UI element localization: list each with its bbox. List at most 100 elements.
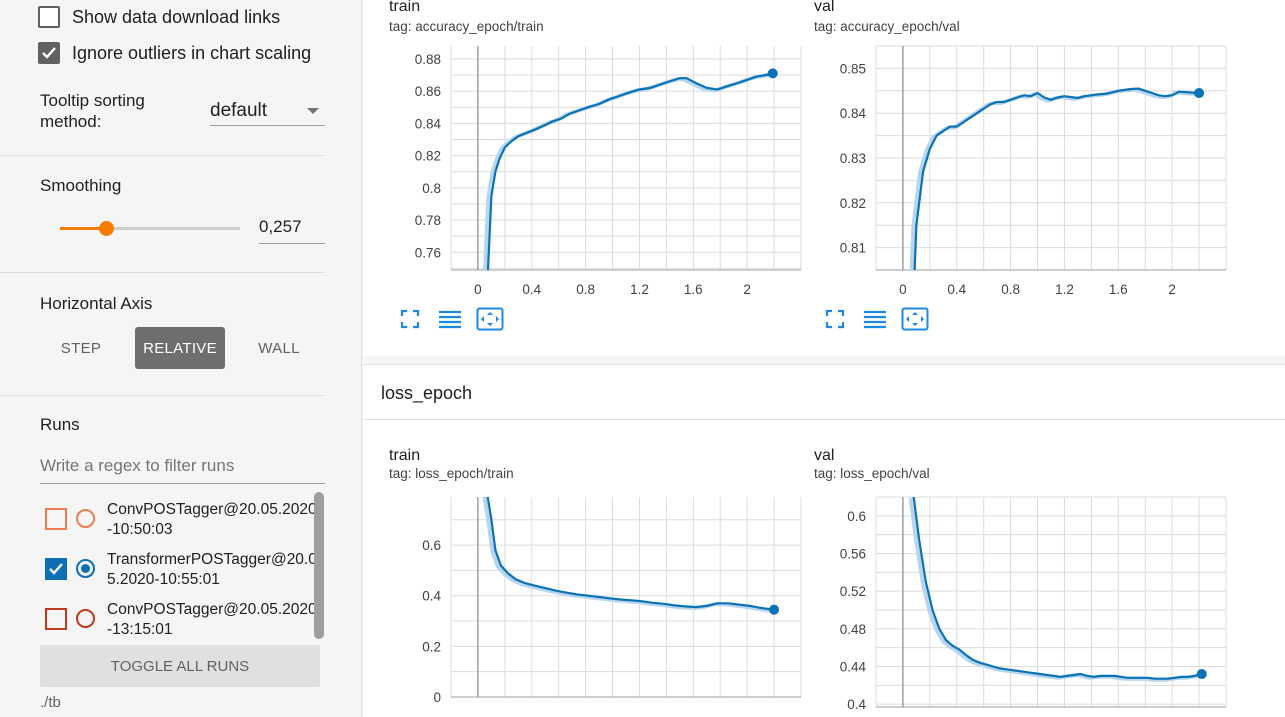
y-tick-label: 0.86 (415, 84, 441, 99)
fullscreen-icon[interactable] (820, 306, 850, 332)
y-tick-label: 0 (433, 690, 441, 705)
smoothing-value-input[interactable]: 0,257 (259, 212, 325, 244)
show-download-links-checkbox[interactable] (38, 6, 60, 28)
ignore-outliers-option[interactable]: Ignore outliers in chart scaling (38, 42, 311, 64)
x-tick-label: 0.4 (522, 282, 541, 297)
raw-series-line (482, 497, 772, 613)
run-name: TransformerPOSTagger@20.05.2020-10:55:01 (107, 551, 317, 588)
fit-domain-icon[interactable] (900, 306, 930, 332)
ignore-outliers-checkbox[interactable] (38, 42, 60, 64)
series-end-point (1196, 669, 1207, 680)
tooltip-sorting-label-line1: Tooltip sorting (40, 91, 145, 110)
axis-relative-button[interactable]: RELATIVE (135, 327, 225, 369)
line-chart: 0.4 0.44 0.48 0.52 0.56 0.6 (840, 496, 1227, 712)
dropdown-arrow-icon (307, 107, 319, 114)
chart-card-loss-val: val tag: loss_epoch/val 0.4 0.44 0.48 0.52 0… (814, 447, 1234, 717)
run-name: ConvPOSTagger@20.05.2020-13:15:01 (107, 601, 317, 638)
line-chart: 0.76 0.78 0.8 0.82 0.84 0.86 0.88 0 0.4 0.8 1.2 1.6… (415, 46, 802, 297)
tooltip-sorting-select[interactable]: default (210, 96, 325, 126)
series-line (486, 72, 773, 270)
checkmark-icon (42, 47, 56, 59)
tooltip-sorting-label: Tooltip sorting method: (40, 90, 145, 132)
toggle-log-scale-icon[interactable] (860, 306, 890, 332)
series-group (482, 497, 775, 613)
raw-series-line (483, 72, 771, 270)
x-tick-label: 1.2 (630, 282, 649, 297)
y-tick-label: 0.8 (422, 181, 441, 196)
show-download-links-option[interactable]: Show data download links (38, 6, 280, 28)
run-radio[interactable] (76, 559, 95, 578)
x-tick-label: 2 (1168, 282, 1176, 297)
runs-scrollbar[interactable] (314, 492, 324, 639)
section-gap (363, 356, 1285, 364)
chart-toolbar (820, 306, 940, 332)
run-name: ConvPOSTagger@20.05.2020-10:50:03 (107, 501, 317, 538)
y-tick-label: 0.82 (840, 196, 866, 211)
y-tick-label: 0.76 (415, 245, 441, 260)
x-tick-label: 2 (743, 282, 751, 297)
y-tick-label: 0.81 (840, 241, 866, 256)
x-tick-label: 0.4 (947, 282, 966, 297)
chart-card-accuracy-train: train tag: accuracy_epoch/train 0.76 0.78… (389, 0, 809, 340)
fit-domain-icon[interactable] (475, 306, 505, 332)
run-item[interactable]: ConvPOSTagger@20.05.2020-13:15:01 (45, 600, 317, 640)
run-radio[interactable] (76, 509, 95, 528)
show-download-links-label: Show data download links (72, 6, 281, 27)
horizontal-axis-label: Horizontal Axis (40, 294, 153, 313)
y-tick-label: 0.52 (840, 584, 866, 599)
line-chart: 0.81 0.82 0.83 0.84 0.85 0 0.4 0.8 1.2 1.6 2 (840, 45, 1227, 297)
group-header-loss-epoch[interactable]: loss_epoch (363, 364, 1285, 420)
smoothing-slider-thumb[interactable] (99, 221, 114, 236)
y-tick-label: 0.56 (840, 547, 866, 562)
run-checkbox[interactable] (45, 558, 67, 580)
run-item[interactable]: TransformerPOSTagger@20.05.2020-10:55:01 (45, 550, 317, 590)
y-tick-label: 0.44 (840, 660, 867, 675)
runs-filter-input[interactable]: Write a regex to filter runs (40, 452, 325, 484)
runs-label: Runs (40, 415, 80, 434)
radio-dot (81, 564, 90, 573)
smoothing-label: Smoothing (40, 176, 122, 195)
y-tick-label: 0.85 (840, 61, 866, 76)
smoothing-slider[interactable] (60, 221, 240, 236)
y-tick-label: 0.4 (847, 697, 866, 712)
main-panel: train tag: accuracy_epoch/train 0.76 0.78… (363, 0, 1285, 717)
tooltip-sorting-label-line2: method: (40, 112, 102, 131)
line-chart: 0 0.2 0.4 0.6 (422, 497, 802, 705)
x-tick-label: 1.6 (684, 282, 703, 297)
x-tick-label: 1.6 (1109, 282, 1128, 297)
y-tick-label: 0.6 (422, 538, 441, 553)
toggle-all-runs-button[interactable]: TOGGLE ALL RUNS (40, 645, 320, 687)
series-group (483, 72, 773, 270)
run-item[interactable]: ConvPOSTagger@20.05.2020-10:50:03 (45, 500, 317, 540)
run-checkbox[interactable] (45, 608, 67, 630)
settings-sidebar: Show data download links Ignore outliers… (0, 0, 362, 717)
x-tick-label: 0.8 (576, 282, 595, 297)
series-end-point (769, 604, 780, 615)
tooltip-sorting-value: default (210, 99, 268, 121)
raw-series-line (909, 87, 1197, 270)
chart-toolbar (395, 306, 515, 332)
y-tick-label: 0.82 (415, 149, 441, 164)
fullscreen-icon[interactable] (395, 306, 425, 332)
x-tick-label: 1.2 (1055, 282, 1074, 297)
y-tick-label: 0.2 (422, 639, 441, 654)
run-radio[interactable] (76, 609, 95, 628)
checkmark-icon (49, 563, 63, 575)
y-tick-label: 0.88 (415, 52, 441, 67)
divider (0, 395, 325, 396)
y-tick-label: 0.48 (840, 622, 866, 637)
divider (0, 155, 325, 156)
series-group (909, 87, 1200, 270)
x-tick-label: 0.8 (1001, 282, 1020, 297)
axis-wall-button[interactable]: WALL (238, 327, 320, 369)
group-title: loss_epoch (381, 383, 473, 403)
chart-card-accuracy-val: val tag: accuracy_epoch/val 0.81 0.82 0.83… (814, 0, 1234, 340)
run-checkbox[interactable] (45, 508, 67, 530)
axis-step-button[interactable]: STEP (40, 327, 122, 369)
log-directory: ./tb (40, 694, 61, 711)
chart-card-loss-train: train tag: loss_epoch/train 0 0.2 0.4 0.6 (389, 447, 809, 717)
ignore-outliers-label: Ignore outliers in chart scaling (72, 42, 312, 63)
toggle-log-scale-icon[interactable] (435, 306, 465, 332)
series-end-point (1194, 88, 1205, 99)
y-tick-label: 0.78 (415, 213, 441, 228)
